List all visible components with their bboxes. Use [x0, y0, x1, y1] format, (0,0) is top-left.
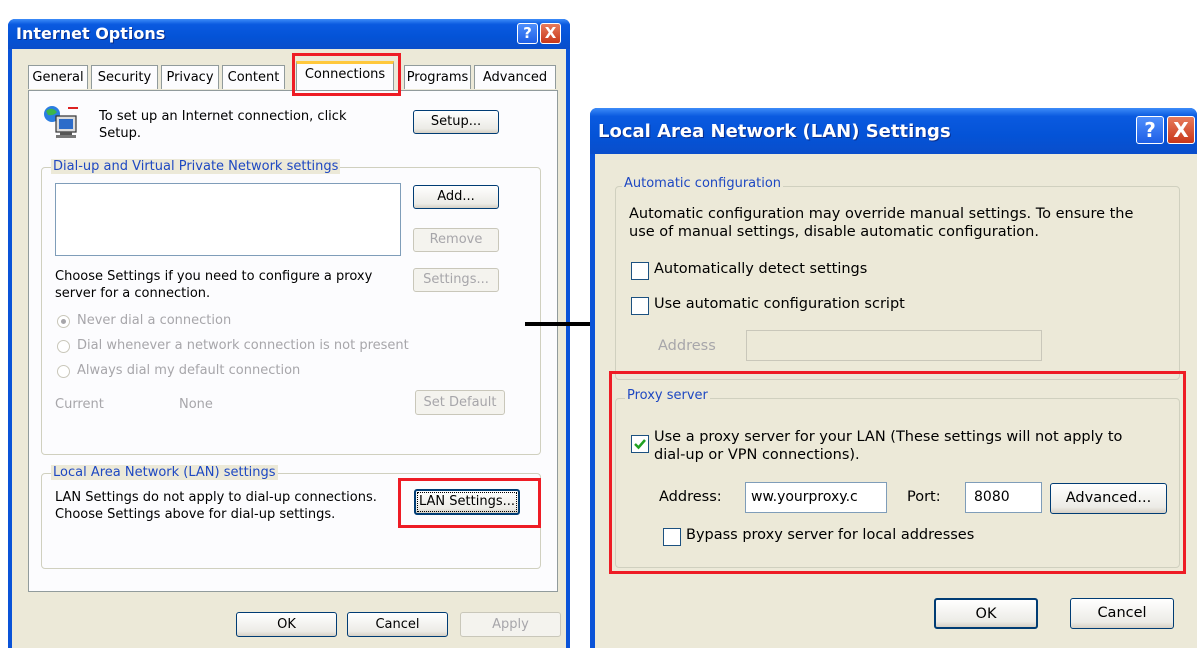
- lan-title-bar[interactable]: Local Area Network (LAN) Settings ? X: [590, 108, 1197, 154]
- tab-label: Privacy: [166, 70, 214, 85]
- auto-text-line2: use of manual settings, disable automati…: [629, 224, 1039, 240]
- lan-cancel-button[interactable]: Cancel: [1070, 598, 1174, 629]
- radio-always-dial-label: Always dial my default connection: [77, 363, 301, 378]
- help-button[interactable]: ?: [517, 23, 538, 44]
- tab-security[interactable]: Security: [91, 65, 158, 89]
- settings-description: Choose Settings if you need to configure…: [55, 268, 372, 302]
- close-button[interactable]: X: [540, 23, 561, 44]
- lan-close-button[interactable]: X: [1167, 116, 1195, 144]
- settings-text-line2: server for a connection.: [55, 286, 211, 301]
- setup-text-line1: To set up an Internet connection, click: [99, 109, 347, 124]
- settings-text-line1: Choose Settings if you need to configure…: [55, 269, 373, 284]
- lan-text-line1: LAN Settings do not apply to dial-up con…: [55, 490, 377, 505]
- lan-ok-button[interactable]: OK: [934, 598, 1038, 629]
- cancel-button[interactable]: Cancel: [347, 612, 448, 637]
- remove-button[interactable]: Remove: [413, 228, 499, 252]
- tab-label: Content: [227, 70, 280, 85]
- current-value: None: [179, 397, 213, 412]
- auto-address-label: Address: [658, 338, 716, 354]
- title-bar[interactable]: Internet Options ? X: [8, 19, 570, 49]
- connections-tab-highlight: [292, 53, 401, 96]
- lan-description: LAN Settings do not apply to dial-up con…: [55, 489, 377, 523]
- tab-label: Security: [97, 70, 152, 85]
- auto-description: Automatic configuration may override man…: [629, 205, 1133, 241]
- tab-general[interactable]: General: [28, 65, 88, 89]
- radio-dial-whenever-label: Dial whenever a network connection is no…: [77, 338, 409, 353]
- proxy-server-highlight: [609, 371, 1186, 574]
- tab-label: Programs: [406, 70, 469, 85]
- auto-detect-checkbox[interactable]: [631, 262, 649, 280]
- setup-description: To set up an Internet connection, click …: [99, 108, 346, 142]
- auto-address-field[interactable]: [746, 330, 1042, 361]
- lan-text-line2: Choose Settings above for dial-up settin…: [55, 507, 336, 522]
- tab-label: Advanced: [482, 70, 548, 85]
- set-default-button[interactable]: Set Default: [415, 390, 505, 415]
- ok-button[interactable]: OK: [236, 612, 337, 637]
- radio-never-dial-label: Never dial a connection: [77, 313, 232, 328]
- setup-button[interactable]: Setup...: [413, 110, 499, 134]
- tab-programs[interactable]: Programs: [404, 65, 471, 89]
- tab-privacy[interactable]: Privacy: [161, 65, 219, 89]
- network-computer-icon: [42, 104, 84, 142]
- auto-text-line1: Automatic configuration may override man…: [629, 206, 1134, 222]
- dialup-group-label: Dial-up and Virtual Private Network sett…: [51, 159, 341, 174]
- auto-script-checkbox[interactable]: [631, 297, 649, 315]
- lan-help-button[interactable]: ?: [1136, 116, 1164, 144]
- connections-listbox[interactable]: [55, 183, 401, 256]
- window-title: Internet Options: [16, 24, 166, 43]
- add-button[interactable]: Add...: [413, 185, 499, 209]
- lan-settings-button-highlight: [398, 478, 541, 528]
- setup-text-line2: Setup.: [99, 126, 141, 141]
- auto-detect-label: Automatically detect settings: [654, 261, 868, 277]
- current-label: Current: [55, 397, 104, 412]
- tab-advanced[interactable]: Advanced: [474, 65, 556, 89]
- lan-group-label: Local Area Network (LAN) settings: [51, 465, 278, 480]
- radio-always-dial[interactable]: [57, 365, 70, 378]
- settings-button[interactable]: Settings...: [413, 268, 499, 292]
- radio-dial-whenever[interactable]: [57, 340, 70, 353]
- auto-group-label: Automatic configuration: [622, 176, 784, 191]
- tab-label: General: [32, 70, 84, 85]
- lan-window-title: Local Area Network (LAN) Settings: [598, 121, 951, 142]
- auto-script-label: Use automatic configuration script: [654, 296, 905, 312]
- tab-content[interactable]: Content: [222, 65, 285, 89]
- apply-button[interactable]: Apply: [460, 612, 561, 637]
- radio-never-dial[interactable]: [57, 315, 70, 328]
